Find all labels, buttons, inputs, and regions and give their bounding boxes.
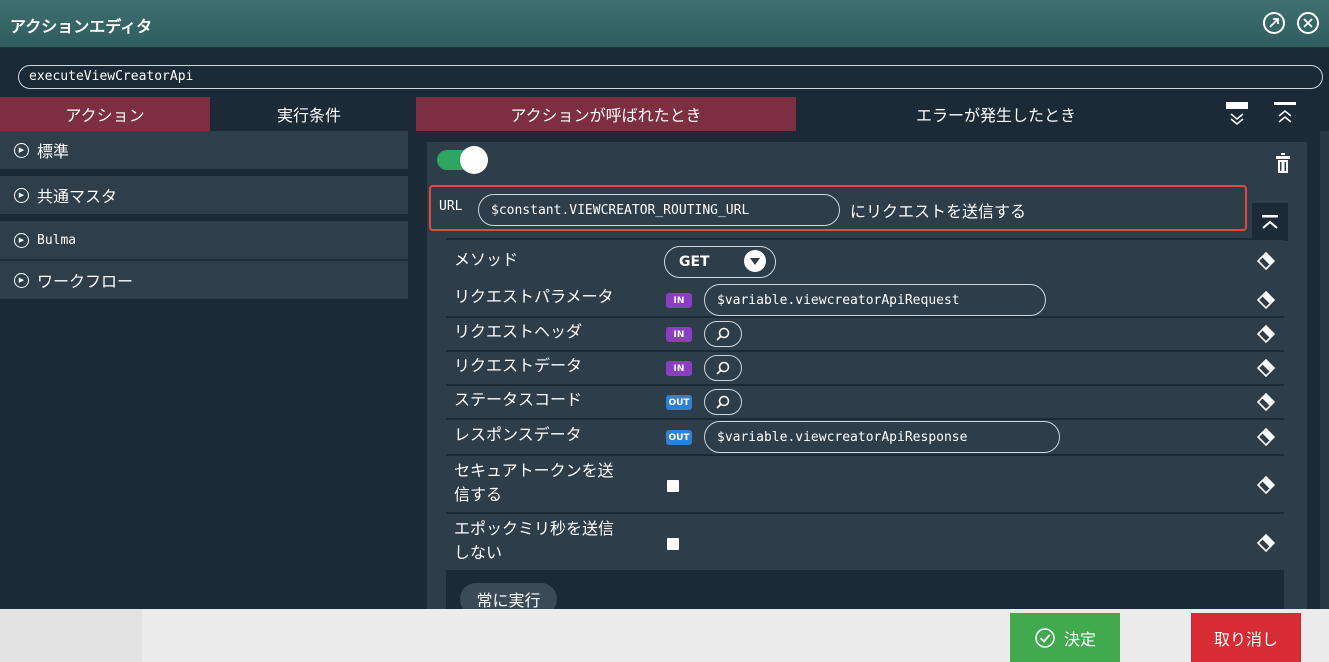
expand-icon[interactable] (1263, 12, 1285, 34)
collapse-all-icon[interactable] (1273, 101, 1297, 127)
check-circle-icon (1035, 627, 1055, 648)
eraser-icon[interactable] (1256, 324, 1276, 344)
param-label-line2: しない (454, 543, 503, 562)
eraser-icon[interactable] (1256, 475, 1276, 495)
toggle-knob[interactable] (460, 146, 488, 174)
category-label: Bulma (37, 232, 77, 248)
request-params-input[interactable]: $variable.viewcreatorApiRequest (704, 284, 1046, 316)
scrollbar[interactable] (1320, 131, 1329, 609)
eraser-icon[interactable] (1256, 358, 1276, 378)
param-label-line1: エポックミリ秒を送信 (454, 519, 615, 538)
category-common-master[interactable]: ▶ 共通マスタ (0, 176, 408, 216)
param-label: メソッド (454, 250, 519, 269)
param-label-line1: セキュアトークンを送 (454, 461, 614, 480)
eraser-icon[interactable] (1256, 392, 1276, 412)
category-label: 共通マスタ (37, 187, 118, 206)
in-badge: IN (666, 293, 692, 308)
param-label: ステータスコード (454, 390, 583, 409)
category-label: ワークフロー (37, 272, 134, 291)
url-suffix: にリクエストを送信する (850, 202, 1027, 221)
footer-left (0, 609, 142, 662)
eraser-icon[interactable] (1256, 251, 1276, 271)
out-badge: OUT (666, 430, 692, 445)
category-standard[interactable]: ▶ 標準 (0, 131, 408, 171)
ok-label: 決定 (1063, 629, 1096, 649)
param-row-method (446, 240, 1284, 282)
url-label: URL (439, 199, 463, 214)
play-circle-icon: ▶ (14, 187, 29, 203)
tab-action[interactable]: アクション (0, 97, 210, 131)
tab-conditions[interactable]: 実行条件 (210, 97, 408, 131)
url-input[interactable]: $constant.VIEWCREATOR_ROUTING_URL (478, 194, 840, 226)
eraser-icon[interactable] (1256, 533, 1276, 553)
out-badge: OUT (666, 395, 692, 410)
category-bulma[interactable]: ▶ Bulma (0, 221, 408, 261)
category-workflow[interactable]: ▶ ワークフロー (0, 261, 408, 301)
play-circle-icon: ▶ (14, 142, 29, 158)
cancel-button[interactable]: 取り消し (1191, 613, 1301, 662)
search-button[interactable] (704, 321, 742, 347)
close-icon[interactable] (1297, 12, 1319, 34)
footer (0, 609, 1329, 662)
title-bar: アクションエディタ (0, 0, 1329, 48)
search-icon (716, 395, 730, 409)
param-label: リクエストデータ (454, 356, 583, 375)
collapse-params-button[interactable] (1252, 203, 1288, 241)
chevron-down-icon[interactable] (744, 250, 766, 272)
param-label: レスポンスデータ (454, 425, 582, 444)
eraser-icon[interactable] (1256, 427, 1276, 447)
method-value: GET (679, 254, 710, 270)
ok-button[interactable]: 決定 (1010, 613, 1120, 662)
search-button[interactable] (704, 355, 742, 381)
search-button[interactable] (704, 389, 742, 415)
search-icon (716, 327, 730, 341)
param-label: リクエストヘッダ (454, 322, 583, 341)
category-label: 標準 (37, 142, 70, 161)
trash-icon[interactable] (1276, 152, 1290, 174)
search-icon (716, 361, 730, 375)
play-circle-icon: ▶ (14, 272, 29, 288)
tab-on-called[interactable]: アクションが呼ばれたとき (416, 97, 796, 131)
window-title: アクションエディタ (10, 17, 153, 36)
expand-all-icon[interactable] (1225, 101, 1249, 127)
play-circle-icon: ▶ (14, 232, 29, 248)
eraser-icon[interactable] (1256, 290, 1276, 310)
in-badge: IN (666, 327, 692, 342)
param-label-line2: 信する (454, 485, 503, 504)
in-badge: IN (666, 361, 692, 376)
tab-on-error[interactable]: エラーが発生したとき (796, 97, 1196, 131)
param-label: リクエストパラメータ (454, 287, 614, 306)
response-data-input[interactable]: $variable.viewcreatorApiResponse (704, 421, 1060, 453)
no-epoch-checkbox[interactable] (667, 538, 679, 550)
secure-token-checkbox[interactable] (667, 480, 679, 492)
action-name-input[interactable]: executeViewCreatorApi (18, 65, 1323, 89)
